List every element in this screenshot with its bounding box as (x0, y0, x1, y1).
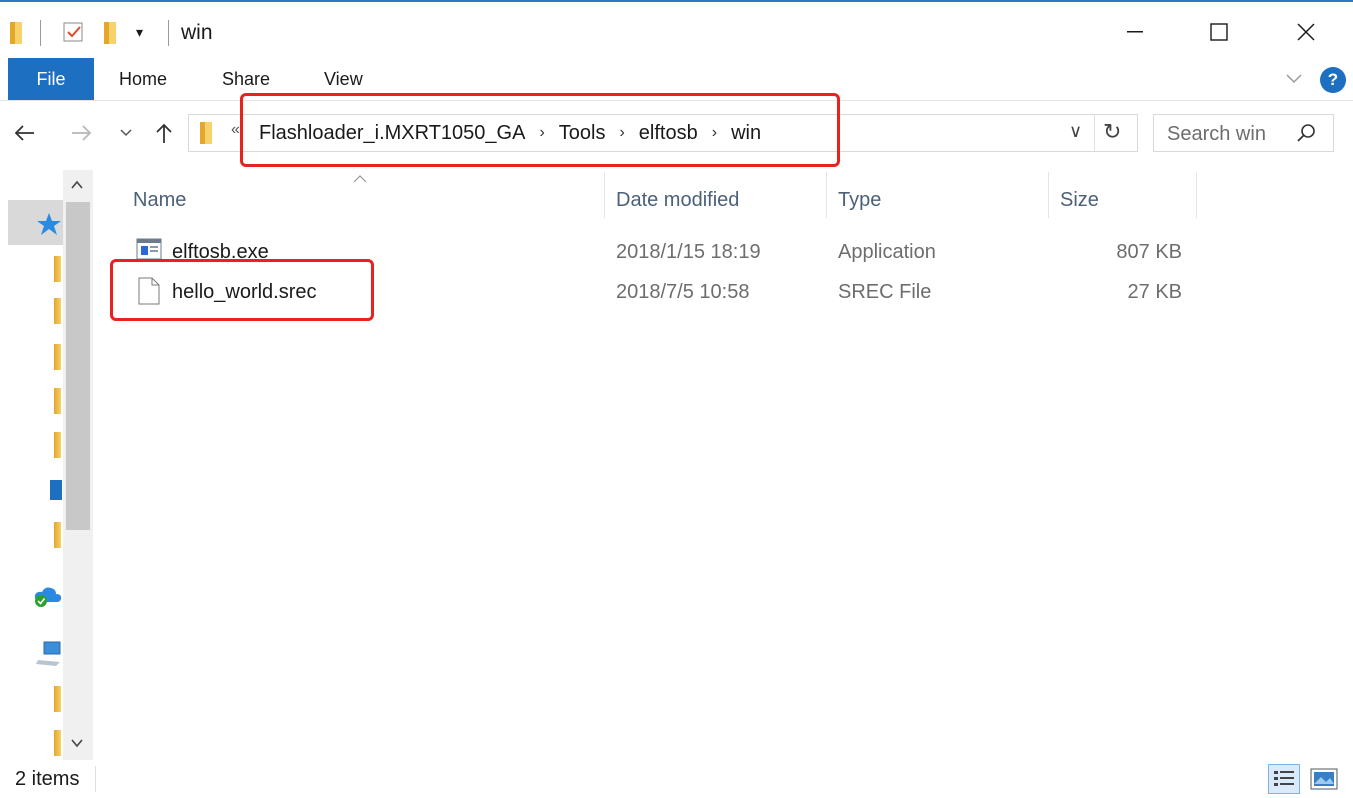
nav-folder-icon[interactable] (54, 298, 61, 324)
nav-folder-icon[interactable] (54, 388, 61, 414)
file-date: 2018/1/15 18:19 (616, 240, 761, 263)
file-size: 27 KB (1127, 280, 1182, 303)
search-icon[interactable] (1296, 123, 1316, 148)
close-button[interactable] (1283, 12, 1329, 52)
nav-folder-icon[interactable] (54, 432, 61, 458)
file-type: SREC File (838, 280, 932, 303)
window-title: win (181, 21, 213, 44)
file-size: 807 KB (1116, 240, 1182, 263)
nav-folder-icon[interactable] (54, 256, 61, 282)
new-folder-icon[interactable] (102, 22, 120, 49)
properties-checkbox-icon[interactable] (62, 20, 86, 49)
minimize-button[interactable] (1112, 12, 1158, 52)
title-bar: ▾ win (0, 2, 1353, 58)
this-pc-icon[interactable] (36, 640, 64, 673)
status-bar: 2 items (0, 760, 1353, 798)
quick-access-separator (40, 20, 41, 46)
expand-ribbon-chevron-icon[interactable] (1284, 68, 1304, 93)
address-overflow-icon[interactable]: « (231, 121, 240, 139)
address-divider (1094, 115, 1095, 151)
large-icons-view-button[interactable] (1308, 766, 1340, 797)
status-divider (95, 766, 96, 792)
column-header-date[interactable]: Date modified (616, 180, 739, 220)
file-type: Application (838, 240, 936, 263)
column-divider[interactable] (604, 172, 605, 218)
customize-quick-access-icon[interactable]: ▾ (136, 24, 143, 41)
up-button[interactable] (148, 115, 180, 151)
column-header-type[interactable]: Type (838, 180, 881, 220)
search-box[interactable]: Search win (1153, 114, 1334, 152)
details-view-button[interactable] (1268, 764, 1300, 794)
address-highlight-box (240, 93, 840, 167)
address-folder-icon (198, 121, 216, 150)
maximize-button[interactable] (1196, 12, 1242, 52)
tab-file[interactable]: File (8, 58, 94, 100)
nav-pane-scroll-thumb[interactable] (66, 202, 90, 530)
sort-indicator-icon (353, 170, 367, 188)
folder-icon (8, 22, 26, 49)
recent-locations-chevron-icon[interactable] (110, 115, 142, 151)
navigation-bar: « Flashloader_i.MXRT1050_GA › Tools › el… (0, 93, 1353, 167)
scroll-down-icon[interactable] (70, 736, 84, 754)
nav-library-icon[interactable] (50, 480, 62, 500)
back-button[interactable] (8, 115, 40, 151)
forward-button[interactable] (66, 115, 98, 151)
file-date: 2018/7/5 10:58 (616, 280, 750, 303)
title-separator (168, 20, 169, 46)
scroll-up-icon[interactable] (70, 178, 84, 196)
column-divider[interactable] (1048, 172, 1049, 218)
nav-folder-icon[interactable] (54, 522, 61, 548)
column-header-name[interactable]: Name (133, 180, 186, 220)
column-divider[interactable] (826, 172, 827, 218)
refresh-icon[interactable]: ↻ (1103, 119, 1121, 145)
quick-access-star-icon[interactable] (36, 212, 62, 241)
nav-folder-icon[interactable] (54, 686, 61, 712)
column-header-size[interactable]: Size (1060, 180, 1099, 220)
tab-home[interactable]: Home (119, 58, 167, 100)
onedrive-icon[interactable] (32, 584, 64, 613)
help-icon[interactable]: ? (1320, 67, 1346, 93)
file-highlight-box (110, 259, 374, 321)
column-divider[interactable] (1196, 172, 1197, 218)
search-placeholder: Search win (1167, 123, 1266, 145)
nav-folder-icon[interactable] (54, 344, 61, 370)
item-count: 2 items (15, 768, 80, 790)
address-dropdown-icon[interactable]: ∨ (1069, 121, 1082, 142)
nav-folder-icon[interactable] (54, 730, 61, 756)
